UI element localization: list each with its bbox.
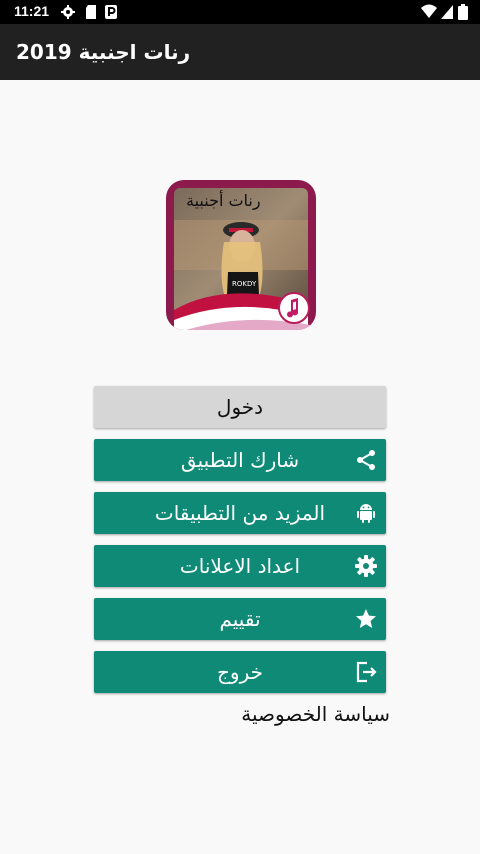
music-note-icon — [278, 292, 310, 324]
battery-icon — [458, 4, 468, 20]
ads-settings-button[interactable]: اعداد الاعلانات — [94, 545, 386, 587]
rate-button[interactable]: تقييم — [94, 598, 386, 640]
more-apps-button[interactable]: المزيد من التطبيقات — [94, 492, 386, 534]
sd-card-icon — [86, 5, 96, 19]
status-time: 11:21 — [14, 3, 50, 19]
login-button[interactable]: دخول — [94, 386, 386, 428]
share-app-button[interactable]: شارك التطبيق — [94, 439, 386, 481]
rate-label: تقييم — [219, 607, 261, 631]
settings-icon — [355, 555, 377, 577]
exit-button[interactable]: خروج — [94, 651, 386, 693]
status-bar: 11:21 — [0, 0, 480, 24]
share-icon — [357, 450, 375, 470]
app-logo: ROKDY رنات أجنبية — [166, 180, 316, 330]
wifi-icon — [421, 4, 437, 18]
ads-settings-label: اعداد الاعلانات — [179, 554, 301, 578]
signal-icon — [441, 5, 453, 19]
app-bar: رنات اجنبية 2019 — [0, 24, 480, 80]
shirt-text: ROKDY — [232, 280, 257, 288]
gear-icon — [61, 5, 75, 19]
exit-label: خروج — [217, 660, 263, 684]
exit-icon — [356, 661, 377, 683]
login-label: دخول — [216, 395, 264, 419]
privacy-policy-link[interactable]: سياسة الخصوصية — [94, 702, 390, 726]
android-icon — [357, 504, 375, 523]
app-title: رنات اجنبية 2019 — [16, 40, 191, 64]
parking-icon — [105, 5, 117, 19]
logo-caption: رنات أجنبية — [186, 190, 261, 211]
star-icon — [356, 609, 376, 628]
more-apps-label: المزيد من التطبيقات — [154, 501, 326, 525]
share-app-label: شارك التطبيق — [180, 448, 300, 472]
